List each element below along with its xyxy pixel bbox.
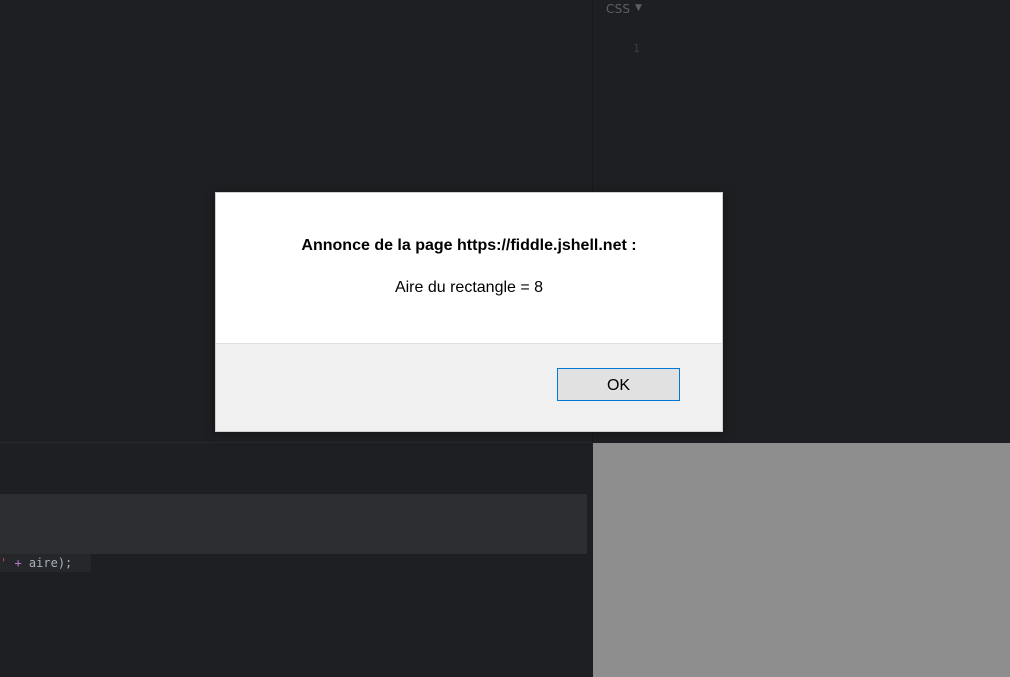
alert-dialog-footer: OK xyxy=(216,343,722,431)
alert-dialog: Annonce de la page https://fiddle.jshell… xyxy=(215,192,723,432)
js-active-line-highlight xyxy=(0,494,587,554)
js-code-line[interactable]: ' + aire); xyxy=(0,554,91,572)
alert-dialog-message: Aire du rectangle = 8 xyxy=(394,279,544,296)
css-language-label[interactable]: CSS xyxy=(606,2,630,16)
css-line-number: 1 xyxy=(633,42,640,55)
result-pane xyxy=(593,443,1010,677)
css-language-dropdown-icon[interactable]: ▼ xyxy=(635,3,642,13)
js-code-identifier-token: aire); xyxy=(28,556,73,570)
js-code-operator-token: + xyxy=(7,556,29,570)
ok-button[interactable]: OK xyxy=(557,368,680,401)
alert-dialog-title: Annonce de la page https://fiddle.jshell… xyxy=(301,237,637,254)
